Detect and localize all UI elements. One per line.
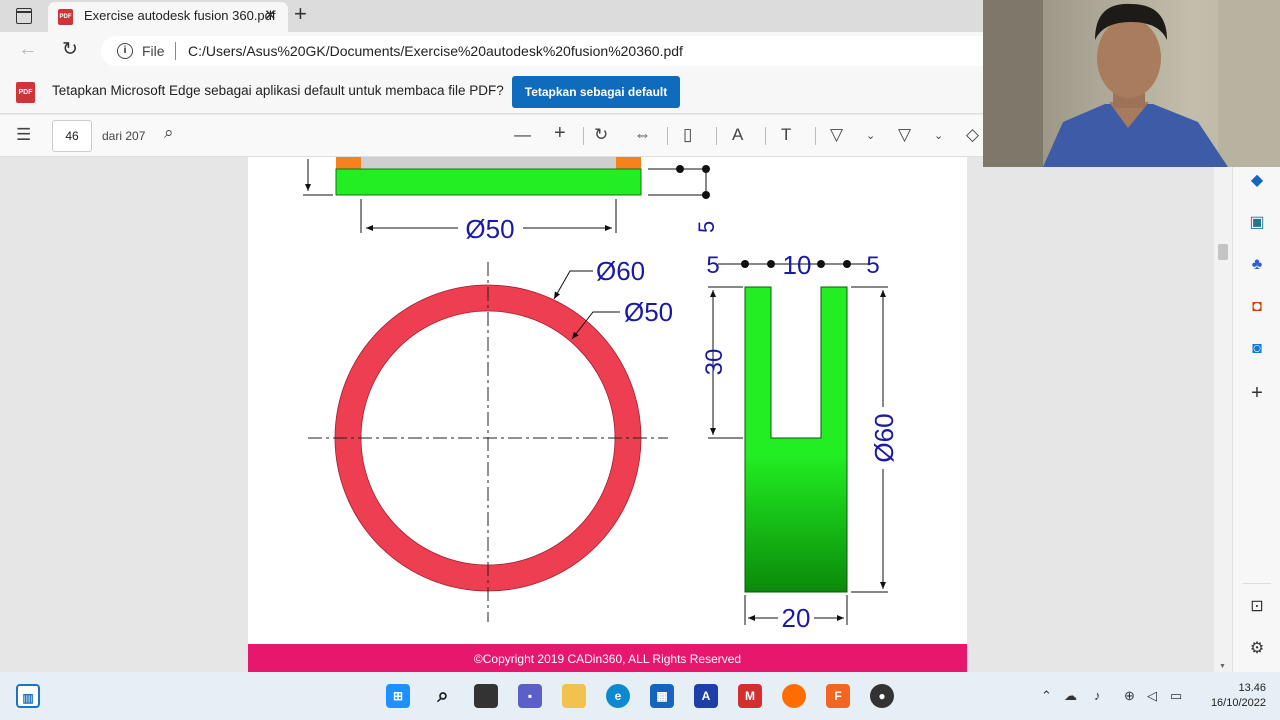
settings-gear-icon[interactable]: ⚙ bbox=[1247, 639, 1267, 659]
pdf-viewer[interactable]: Ø50 5 Ø60 Ø50 5 10 5 30 Ø60 20 ©Copyrigh… bbox=[0, 157, 1232, 672]
store-icon[interactable]: ▦ bbox=[650, 684, 674, 708]
orange-part bbox=[616, 157, 641, 169]
chevron-down-icon[interactable]: ⌄ bbox=[866, 129, 875, 142]
copyright-footer: ©Copyright 2019 CADin360, ALL Rights Res… bbox=[248, 644, 967, 672]
new-tab-icon[interactable]: + bbox=[294, 1, 307, 27]
highlight-icon[interactable]: ▽ bbox=[898, 125, 911, 145]
tab-bar: PDF Exercise autodesk fusion 360.pdf ✕ + bbox=[0, 0, 983, 32]
scrollbar-thumb[interactable] bbox=[1218, 244, 1228, 260]
scroll-down-icon[interactable]: ▼ bbox=[1219, 663, 1226, 670]
widgets-icon[interactable]: ▥ bbox=[16, 684, 40, 708]
file-explorer-icon[interactable] bbox=[562, 684, 586, 708]
dim-side-diameter: Ø60 bbox=[869, 413, 899, 462]
pdf-page: Ø50 5 Ø60 Ø50 5 10 5 30 Ø60 20 ©Copyrigh… bbox=[248, 157, 967, 672]
draw-icon[interactable]: ▽ bbox=[830, 125, 843, 145]
url-text[interactable]: C:/Users/Asus%20GK/Documents/Exercise%20… bbox=[188, 36, 683, 66]
technical-drawing: Ø50 5 Ø60 Ø50 5 10 5 30 Ø60 20 bbox=[303, 157, 899, 633]
start-windows-icon[interactable]: ⊞ bbox=[386, 684, 410, 708]
clock-date: 16/10/2022 bbox=[1210, 697, 1266, 709]
tools-icon[interactable]: ▣ bbox=[1247, 213, 1267, 233]
url-field[interactable]: i File C:/Users/Asus%20GK/Documents/Exer… bbox=[101, 36, 983, 66]
shield-icon[interactable]: M bbox=[738, 684, 762, 708]
zoom-in-icon[interactable]: + bbox=[554, 122, 566, 145]
dim-top-diameter: Ø50 bbox=[465, 214, 514, 244]
edge-icon[interactable]: e bbox=[606, 684, 630, 708]
green-base bbox=[335, 168, 642, 196]
volume-icon[interactable]: ◁ bbox=[1147, 688, 1157, 704]
pdf-icon: PDF bbox=[16, 82, 35, 103]
chevron-down-icon[interactable]: ⌄ bbox=[934, 129, 943, 142]
battery-icon[interactable]: ▭ bbox=[1170, 688, 1182, 704]
tab-pdf[interactable]: PDF Exercise autodesk fusion 360.pdf ✕ bbox=[48, 2, 288, 32]
page-total: dari 207 bbox=[102, 129, 146, 143]
add-text-icon[interactable]: T bbox=[781, 125, 791, 145]
notification-message: Tetapkan Microsoft Edge sebagai aplikasi… bbox=[52, 83, 504, 98]
taskbar: ▥ ⊞ ⌕ ▪ e ▦ A M F ● ⌃ ☁ ♪ ⊕ ◁ ▭ 13.46 16… bbox=[0, 672, 1280, 720]
chevron-up-icon[interactable]: ⌃ bbox=[1041, 688, 1052, 704]
firefox-icon[interactable] bbox=[782, 684, 806, 708]
zoom-out-icon[interactable]: — bbox=[514, 125, 531, 145]
add-icon[interactable]: + bbox=[1247, 383, 1267, 403]
side-view-part bbox=[744, 286, 848, 593]
address-bar: ← ↻ i File C:/Users/Asus%20GK/Documents/… bbox=[0, 32, 983, 70]
fusion-360-icon[interactable]: F bbox=[826, 684, 850, 708]
orange-part bbox=[336, 157, 361, 169]
microphone-icon[interactable]: ♪ bbox=[1094, 688, 1101, 703]
cloud-icon[interactable]: ☁ bbox=[1064, 688, 1077, 704]
dim-10: 10 bbox=[783, 250, 812, 280]
dim-right-5: 5 bbox=[866, 252, 879, 279]
refresh-icon[interactable]: ↻ bbox=[62, 38, 78, 61]
outlook-icon[interactable]: ◙ bbox=[1247, 339, 1267, 359]
default-pdf-notification: PDF Tetapkan Microsoft Edge sebagai apli… bbox=[0, 70, 983, 114]
tab-actions-icon[interactable] bbox=[16, 8, 32, 24]
page-number-input[interactable]: 46 bbox=[52, 120, 92, 152]
page-view-icon[interactable]: ▯ bbox=[683, 125, 692, 145]
close-icon[interactable]: ✕ bbox=[264, 2, 277, 30]
url-separator bbox=[175, 42, 176, 60]
sidebar-toggle-icon[interactable]: ⊡ bbox=[1247, 597, 1267, 617]
set-default-button[interactable]: Tetapkan sebagai default bbox=[512, 76, 680, 108]
back-arrow-icon[interactable]: ← bbox=[18, 38, 38, 61]
dim-5-vertical: 5 bbox=[694, 221, 719, 233]
office-icon[interactable]: ◘ bbox=[1247, 297, 1267, 317]
fit-width-icon[interactable]: ⇔ bbox=[634, 125, 651, 145]
obs-icon[interactable]: ● bbox=[870, 684, 894, 708]
task-view-icon[interactable] bbox=[474, 684, 498, 708]
url-scheme: File bbox=[142, 43, 165, 59]
chat-icon[interactable]: ▪ bbox=[518, 684, 542, 708]
eraser-icon[interactable]: ◇ bbox=[966, 125, 979, 145]
read-aloud-icon[interactable]: A bbox=[732, 125, 743, 145]
search-icon[interactable]: ⌕ bbox=[164, 123, 174, 143]
clock[interactable]: 13.46 16/10/2022 bbox=[1196, 681, 1266, 711]
dim-inner-diameter: Ø50 bbox=[624, 297, 673, 327]
shopping-tag-icon[interactable]: ◆ bbox=[1247, 171, 1267, 191]
scrollbar[interactable]: ▼ bbox=[1214, 157, 1232, 672]
webcam-overlay bbox=[983, 0, 1280, 167]
rotate-icon[interactable]: ↻ bbox=[594, 125, 608, 145]
edge-sidebar: ◆ ▣ ♣ ◘ ◙ + ⊡ ⚙ bbox=[1232, 157, 1280, 672]
person-image bbox=[983, 0, 1280, 167]
pdf-toolbar: ☰ 46 dari 207 ⌕ — + ↻ ⇔ ▯ A T ▽ ⌄ ▽ ⌄ ◇ bbox=[0, 115, 983, 157]
dim-left-5: 5 bbox=[706, 252, 719, 279]
contents-list-icon[interactable]: ☰ bbox=[16, 125, 31, 145]
dim-20: 20 bbox=[782, 603, 811, 633]
pdf-icon: PDF bbox=[58, 9, 73, 25]
search-icon[interactable]: ⌕ bbox=[431, 684, 455, 708]
tab-title: Exercise autodesk fusion 360.pdf bbox=[84, 8, 276, 23]
games-icon[interactable]: ♣ bbox=[1247, 255, 1267, 275]
clock-time: 13.46 bbox=[1238, 682, 1266, 694]
dim-outer-diameter: Ø60 bbox=[596, 256, 645, 286]
dim-30: 30 bbox=[701, 349, 728, 376]
network-icon[interactable]: ⊕ bbox=[1124, 688, 1135, 704]
app-icon[interactable]: A bbox=[694, 684, 718, 708]
info-icon[interactable]: i bbox=[117, 43, 133, 59]
